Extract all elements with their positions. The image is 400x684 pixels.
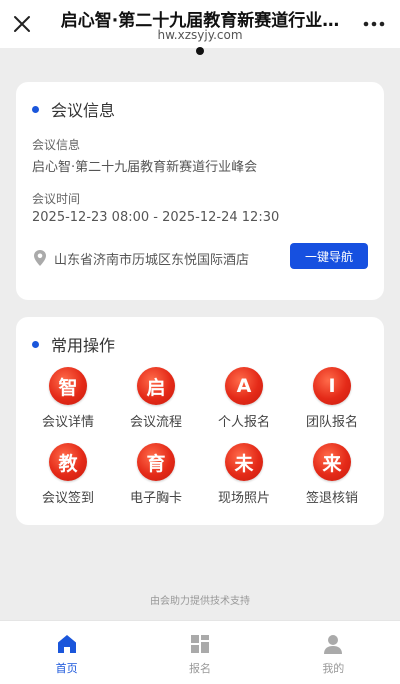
location-pin-icon bbox=[34, 250, 46, 266]
op-team-signup[interactable]: I 团队报名 bbox=[288, 367, 376, 435]
banner-fragment-right: · bbox=[381, 48, 384, 52]
op-icon: 教 bbox=[49, 443, 87, 481]
op-label: 个人报名 bbox=[217, 415, 270, 430]
tab-label: 我的 bbox=[322, 662, 345, 675]
section-bullet bbox=[32, 340, 39, 348]
op-label: 现场照片 bbox=[217, 491, 270, 506]
meeting-address: 山东省济南市历城区东悦国际酒店 bbox=[54, 252, 250, 268]
bottom-tab-bar: 首页 报名 我的 bbox=[0, 620, 400, 684]
browser-top-bar: 启心智·第二十九届教育新赛道行业… hw.xzsyjy.com bbox=[0, 0, 400, 48]
op-electronic-badge[interactable]: 育 电子胸卡 bbox=[112, 443, 200, 511]
user-icon bbox=[324, 635, 343, 654]
meeting-time-value: 2025-12-23 08:00 - 2025-12-24 12:30 bbox=[32, 210, 280, 225]
op-meeting-details[interactable]: 智 会议详情 bbox=[24, 367, 112, 435]
navigate-button[interactable]: 一键导航 bbox=[290, 243, 368, 269]
tab-label: 首页 bbox=[55, 662, 78, 675]
ops-grid: 智 会议详情 启 会议流程 A 个人报名 I 团队报名 教 会议签到 育 电子胸… bbox=[16, 367, 384, 511]
tab-mine[interactable]: 我的 bbox=[267, 621, 400, 684]
meeting-info-header: 会议信息 bbox=[32, 99, 116, 120]
home-icon bbox=[57, 635, 76, 653]
op-icon: I bbox=[313, 367, 351, 405]
op-icon: A bbox=[225, 367, 263, 405]
op-checkout[interactable]: 来 签退核销 bbox=[288, 443, 376, 511]
meeting-name-label: 会议信息 bbox=[32, 138, 81, 152]
section-bullet bbox=[32, 105, 39, 113]
meeting-time-label: 会议时间 bbox=[32, 192, 81, 206]
op-icon: 智 bbox=[49, 367, 87, 405]
op-label: 团队报名 bbox=[305, 415, 358, 430]
more-icon[interactable] bbox=[362, 16, 386, 32]
swiper-dot bbox=[196, 47, 204, 55]
tab-signup[interactable]: 报名 bbox=[133, 621, 266, 684]
op-icon: 未 bbox=[225, 443, 263, 481]
meeting-name-value: 启心智·第二十九届教育新赛道行业峰会 bbox=[32, 160, 258, 175]
op-label: 会议流程 bbox=[129, 415, 182, 430]
op-icon: 育 bbox=[137, 443, 175, 481]
tab-label: 报名 bbox=[188, 662, 211, 675]
op-icon: 来 bbox=[313, 443, 351, 481]
section-title: 会议信息 bbox=[51, 101, 116, 120]
op-personal-signup[interactable]: A 个人报名 bbox=[200, 367, 288, 435]
section-title: 常用操作 bbox=[51, 336, 116, 355]
op-label: 会议详情 bbox=[41, 415, 94, 430]
common-ops-card: 常用操作 智 会议详情 启 会议流程 A 个人报名 I 团队报名 教 会议签到 … bbox=[16, 317, 384, 525]
op-meeting-checkin[interactable]: 教 会议签到 bbox=[24, 443, 112, 511]
op-label: 电子胸卡 bbox=[129, 491, 182, 506]
op-icon: 启 bbox=[137, 367, 175, 405]
op-meeting-agenda[interactable]: 启 会议流程 bbox=[112, 367, 200, 435]
tech-support-text: 由会助力提供技术支持 bbox=[150, 596, 250, 607]
tab-home[interactable]: 首页 bbox=[0, 621, 133, 684]
close-icon[interactable] bbox=[10, 12, 34, 36]
op-onsite-photos[interactable]: 未 现场照片 bbox=[200, 443, 288, 511]
page-url: hw.xzsyjy.com bbox=[157, 28, 243, 42]
grid-icon bbox=[190, 635, 209, 653]
op-label: 会议签到 bbox=[41, 491, 94, 506]
meeting-info-card: 会议信息 会议信息 启心智·第二十九届教育新赛道行业峰会 会议时间 2025-1… bbox=[16, 82, 384, 300]
banner-fragment-left: · bbox=[36, 48, 39, 52]
common-ops-header: 常用操作 bbox=[32, 334, 116, 355]
op-label: 签退核销 bbox=[305, 491, 358, 506]
